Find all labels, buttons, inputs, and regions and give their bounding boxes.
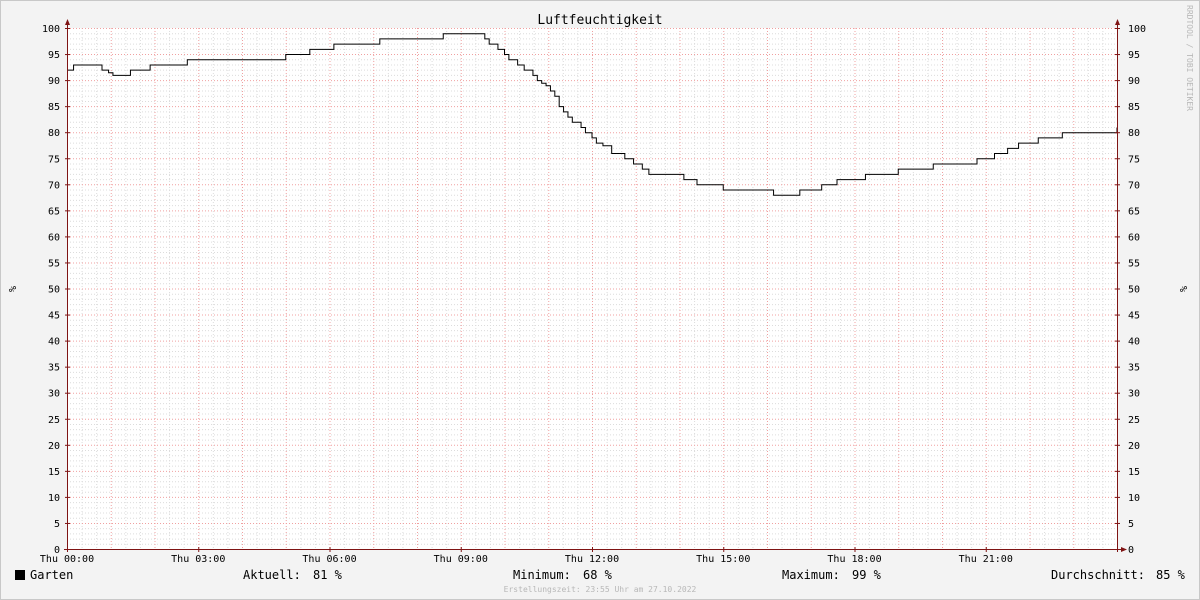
y-tick-label-left: 50 xyxy=(48,285,60,296)
legend-max-label: Maximum: xyxy=(782,568,840,582)
y-tick-label-left: 20 xyxy=(48,441,60,452)
humidity-chart: 0 05 510 1015 1520 2025 2530 3035 3540 4045 4550 50… xyxy=(6,5,1194,565)
y-tick-label-right: 95 xyxy=(1128,50,1140,61)
y-tick-label-left: 75 xyxy=(48,154,60,165)
rrdtool-watermark: RRDTOOL / TOBI OETIKER xyxy=(1185,5,1194,111)
y-tick-label-right: 25 xyxy=(1128,415,1140,426)
y-tick-label-left: 95 xyxy=(48,50,60,61)
y-tick-label-left: 100 xyxy=(42,24,60,35)
y-tick-label-left: 25 xyxy=(48,415,60,426)
y-tick-label-left: 60 xyxy=(48,232,60,243)
footer-timestamp: Erstellungszeit: 23:55 Uhr am 27.10.2022 xyxy=(503,585,697,594)
legend-max-value: 99 % xyxy=(852,568,881,582)
y-tick-label-right: 10 xyxy=(1128,493,1140,504)
y-axis-arrow-right xyxy=(1115,19,1120,25)
legend-swatch-garten xyxy=(15,570,25,580)
x-tick-label: Thu 00:00 xyxy=(40,554,94,565)
legend-min-value: 68 % xyxy=(583,568,612,582)
chart-title: Luftfeuchtigkeit xyxy=(537,13,662,28)
y-tick-label-right: 0 xyxy=(1128,545,1134,556)
legend: Garten Aktuell: 81 % Minimum: 68 % Maxim… xyxy=(0,567,1200,585)
legend-min-label: Minimum: xyxy=(513,568,571,582)
y-tick-label-left: 55 xyxy=(48,258,60,269)
y-tick-label-right: 35 xyxy=(1128,363,1140,374)
y-tick-label-right: 30 xyxy=(1128,389,1140,400)
y-tick-label-right: 40 xyxy=(1128,337,1140,348)
x-tick-label: Thu 09:00 xyxy=(434,554,488,565)
x-axis-arrow xyxy=(1121,547,1127,552)
y-axis-label-right: % xyxy=(1177,286,1188,292)
y-tick-label-right: 80 xyxy=(1128,128,1140,139)
x-tick-label: Thu 15:00 xyxy=(696,554,750,565)
y-axis-label-left: % xyxy=(6,286,17,292)
y-tick-label-right: 90 xyxy=(1128,76,1140,87)
x-tick-label: Thu 06:00 xyxy=(302,554,356,565)
legend-avg-label: Durchschnitt: xyxy=(1051,568,1145,582)
legend-current-value: 81 % xyxy=(313,568,342,582)
y-tick-label-left: 10 xyxy=(48,493,60,504)
y-tick-label-left: 85 xyxy=(48,102,60,113)
y-tick-label-right: 45 xyxy=(1128,311,1140,322)
y-tick-label-left: 40 xyxy=(48,337,60,348)
y-tick-label-right: 70 xyxy=(1128,180,1140,191)
y-tick-label-right: 50 xyxy=(1128,285,1140,296)
y-tick-label-left: 35 xyxy=(48,363,60,374)
y-tick-label-right: 15 xyxy=(1128,467,1140,478)
y-tick-label-right: 75 xyxy=(1128,154,1140,165)
y-tick-label-right: 85 xyxy=(1128,102,1140,113)
y-tick-label-right: 60 xyxy=(1128,232,1140,243)
y-tick-label-right: 20 xyxy=(1128,441,1140,452)
y-tick-label-left: 30 xyxy=(48,389,60,400)
y-tick-label-right: 100 xyxy=(1128,24,1146,35)
legend-series-name: Garten xyxy=(30,568,74,582)
legend-current-label: Aktuell: xyxy=(243,568,301,582)
y-tick-label-left: 15 xyxy=(48,467,60,478)
y-tick-label-left: 45 xyxy=(48,311,60,322)
y-tick-label-right: 55 xyxy=(1128,258,1140,269)
y-tick-label-right: 65 xyxy=(1128,206,1140,217)
y-tick-label-left: 90 xyxy=(48,76,60,87)
y-tick-label-left: 65 xyxy=(48,206,60,217)
y-tick-label-left: 70 xyxy=(48,180,60,191)
x-tick-label: Thu 18:00 xyxy=(827,554,881,565)
x-tick-label: Thu 12:00 xyxy=(565,554,619,565)
y-tick-label-right: 5 xyxy=(1128,519,1134,530)
y-tick-label-left: 5 xyxy=(54,519,60,530)
y-axis-arrow-left xyxy=(65,19,70,25)
legend-avg-value: 85 % xyxy=(1156,568,1185,582)
x-tick-label: Thu 03:00 xyxy=(171,554,225,565)
x-tick-label: Thu 21:00 xyxy=(959,554,1013,565)
y-tick-label-left: 80 xyxy=(48,128,60,139)
